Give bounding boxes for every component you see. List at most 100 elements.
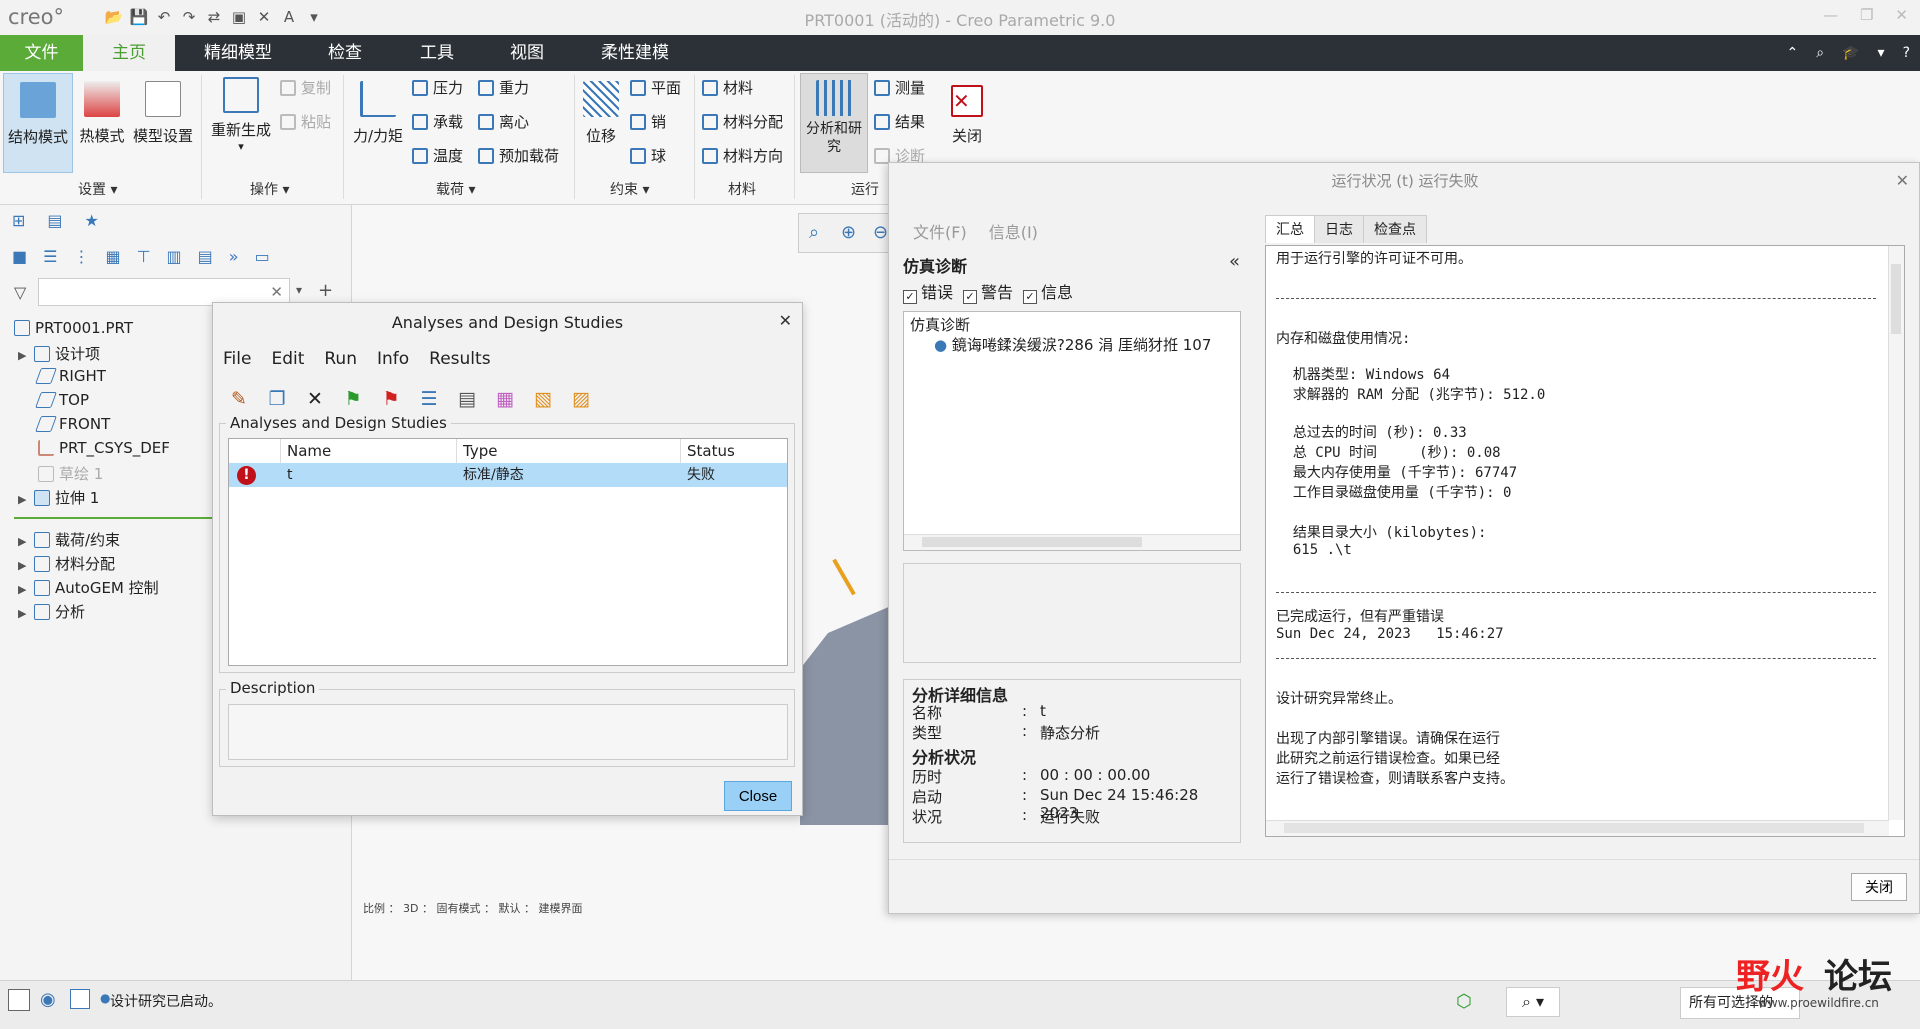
regen-status-icon[interactable]: ⬡ bbox=[1456, 991, 1472, 1012]
tree-item-design-items[interactable]: ▶ 设计项 bbox=[18, 343, 100, 364]
add-icon[interactable]: + bbox=[318, 280, 333, 301]
cube-icon[interactable]: ■ bbox=[12, 247, 27, 266]
stop-flag-icon[interactable]: ⚑ bbox=[375, 383, 407, 415]
close-icon[interactable]: ✕ bbox=[1895, 6, 1908, 24]
menu-info[interactable]: Info bbox=[377, 349, 409, 369]
preload-button[interactable]: 预加载荷 bbox=[478, 145, 559, 166]
run-close-button[interactable]: 关闭 bbox=[1851, 873, 1907, 901]
run-close-icon[interactable]: ✕ bbox=[1896, 171, 1909, 190]
tree-filter-icon[interactable]: ⊤ bbox=[137, 247, 151, 266]
diagnostics-root[interactable]: 仿真诊断 bbox=[910, 314, 970, 335]
tree-item-analysis[interactable]: ▶ 分析 bbox=[18, 601, 85, 622]
material-orient-button[interactable]: 材料方向 bbox=[702, 145, 783, 166]
plane-button[interactable]: 平面 bbox=[630, 77, 681, 98]
col-name-header[interactable]: Name bbox=[281, 439, 457, 463]
tree-notes-icon[interactable]: ▭ bbox=[255, 247, 270, 266]
thermal-mode-button[interactable]: 热模式 bbox=[76, 81, 128, 146]
delete-icon[interactable]: ✕ bbox=[299, 383, 331, 415]
collapse-ribbon-icon[interactable]: ⌃ bbox=[1787, 45, 1799, 61]
warnings-checkbox[interactable]: ✓ 警告 bbox=[963, 279, 1013, 304]
tab-flexible-modeling[interactable]: 柔性建模 bbox=[572, 35, 698, 71]
help-icon[interactable]: ? bbox=[1903, 45, 1910, 61]
info-checkbox[interactable]: ✓ 信息 bbox=[1023, 279, 1073, 304]
more-chevron-icon[interactable]: » bbox=[229, 247, 239, 266]
results-button[interactable]: 结果 bbox=[874, 111, 925, 132]
pressure-button[interactable]: 压力 bbox=[412, 77, 463, 98]
filter-chevron-icon[interactable]: ▾ bbox=[296, 283, 302, 297]
material-button[interactable]: 材料 bbox=[702, 77, 753, 98]
table-row[interactable]: ! t 标准/静态 失败 bbox=[229, 463, 787, 487]
clear-icon[interactable]: ✕ bbox=[270, 283, 283, 301]
tree-item-root[interactable]: PRT0001.PRT bbox=[14, 319, 133, 337]
tab-refine-model[interactable]: 精细模型 bbox=[178, 35, 298, 71]
regenerate-button[interactable]: 重新生成 ▾ bbox=[208, 77, 274, 153]
tree-item-right[interactable]: RIGHT bbox=[35, 367, 106, 385]
gravity-button[interactable]: 重力 bbox=[478, 77, 529, 98]
menu-edit[interactable]: Edit bbox=[271, 349, 304, 369]
table-icon[interactable]: ▦ bbox=[105, 247, 120, 266]
search-icon[interactable]: ⌕ bbox=[1816, 45, 1824, 61]
col-type-header[interactable]: Type bbox=[457, 439, 681, 463]
tree-item-top[interactable]: TOP bbox=[35, 391, 89, 409]
results-window-icon[interactable]: ▧ bbox=[527, 383, 559, 415]
tree-columns-icon[interactable]: ⋮ bbox=[73, 247, 89, 266]
run-menu-file[interactable]: 文件(F) bbox=[913, 219, 967, 243]
model-tree-tab-icon[interactable]: ⊞ bbox=[12, 211, 25, 230]
menu-results[interactable]: Results bbox=[429, 349, 490, 369]
zoom-fit-icon[interactable]: ⌕ bbox=[809, 222, 819, 243]
analyses-studies-button[interactable]: 分析和研究 bbox=[800, 73, 868, 173]
tree-item-material-assign[interactable]: ▶ 材料分配 bbox=[18, 553, 115, 574]
tab-summary[interactable]: 汇总 bbox=[1265, 215, 1315, 243]
tree-item-front[interactable]: FRONT bbox=[35, 415, 110, 433]
scroll-thumb[interactable] bbox=[1891, 264, 1901, 334]
tree-item-csys[interactable]: PRT_CSYS_DEF bbox=[38, 439, 170, 457]
tab-log[interactable]: 日志 bbox=[1314, 215, 1364, 243]
pin-button[interactable]: 销 bbox=[630, 111, 666, 132]
minimize-icon[interactable]: — bbox=[1823, 6, 1838, 24]
tree-item-extrude[interactable]: ▶ 拉伸 1 bbox=[18, 487, 99, 508]
expand-icon[interactable]: ▶ bbox=[18, 559, 34, 572]
tab-home[interactable]: 主页 bbox=[83, 35, 175, 71]
insert-indicator[interactable] bbox=[14, 517, 214, 519]
expand-icon[interactable]: ▶ bbox=[18, 607, 34, 620]
find-binoculars-icon[interactable]: ⌕ ▾ bbox=[1506, 987, 1560, 1017]
chevron-down-icon[interactable]: ▾ bbox=[1878, 45, 1885, 61]
copy-doc-icon[interactable]: ❐ bbox=[261, 383, 293, 415]
col-status-header[interactable]: Status bbox=[681, 439, 787, 463]
list-icon[interactable]: ☰ bbox=[43, 247, 57, 266]
close-button[interactable]: Close bbox=[724, 781, 792, 811]
errors-checkbox[interactable]: ✓ 错误 bbox=[903, 279, 953, 304]
paste-button[interactable]: 粘贴 bbox=[280, 111, 331, 132]
bearing-button[interactable]: 承载 bbox=[412, 111, 463, 132]
expand-icon[interactable]: ▶ bbox=[18, 493, 34, 506]
review-results-icon[interactable]: ▦ bbox=[489, 383, 521, 415]
diag-horizontal-scrollbar[interactable] bbox=[904, 534, 1240, 550]
tab-checkpoints[interactable]: 检查点 bbox=[1363, 215, 1427, 243]
close-ribbon-button[interactable]: ✕ 关闭 bbox=[944, 85, 990, 146]
browser-icon[interactable]: ◉ bbox=[40, 989, 56, 1010]
favorites-tab-icon[interactable]: ★ bbox=[85, 211, 99, 230]
fullscreen-icon[interactable] bbox=[70, 989, 90, 1009]
learning-icon[interactable]: 🎓 bbox=[1842, 45, 1859, 61]
log-vertical-scrollbar[interactable] bbox=[1888, 246, 1904, 820]
force-moment-button[interactable]: 力/力矩 bbox=[350, 81, 406, 146]
tree-settings-icon[interactable]: ▥ bbox=[167, 247, 182, 266]
expand-icon[interactable]: ▶ bbox=[18, 535, 34, 548]
structure-mode-button[interactable]: 结构模式 bbox=[3, 73, 73, 173]
dialog-close-icon[interactable]: ✕ bbox=[779, 311, 792, 330]
menu-run[interactable]: Run bbox=[324, 349, 357, 369]
layers-tab-icon[interactable]: ▤ bbox=[47, 211, 62, 230]
model-setup-button[interactable]: 模型设置 bbox=[130, 81, 196, 146]
expand-icon[interactable]: ▶ bbox=[18, 583, 34, 596]
material-assign-button[interactable]: 材料分配 bbox=[702, 111, 783, 132]
start-flag-icon[interactable]: ⚑ bbox=[337, 383, 369, 415]
toggle-navigator-icon[interactable] bbox=[8, 989, 30, 1011]
tab-inspect[interactable]: 检查 bbox=[300, 35, 390, 71]
temperature-button[interactable]: 温度 bbox=[412, 145, 463, 166]
edit-pencil-icon[interactable]: ✎ bbox=[223, 383, 255, 415]
tree-item-loads[interactable]: ▶ 载荷/约束 bbox=[18, 529, 120, 550]
zoom-in-icon[interactable]: ⊕ bbox=[841, 222, 856, 243]
centrifugal-button[interactable]: 离心 bbox=[478, 111, 529, 132]
tab-file[interactable]: 文件 bbox=[0, 35, 83, 71]
collapse-icon[interactable]: « bbox=[1229, 251, 1240, 272]
